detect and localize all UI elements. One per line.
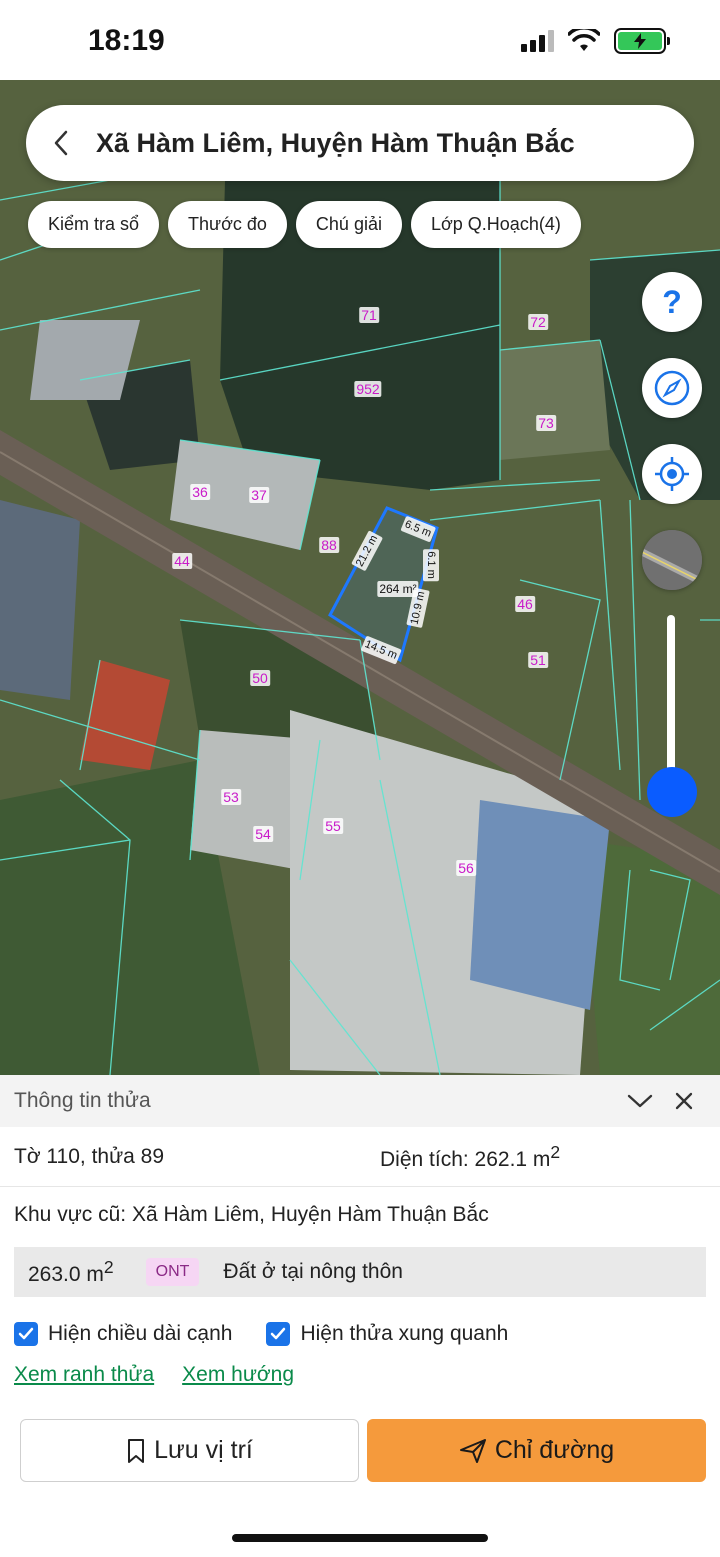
sheet-title: Thông tin thửa: [14, 1089, 151, 1112]
parcel-label[interactable]: 73: [536, 415, 556, 431]
signal-icon: [521, 30, 554, 52]
location-title: Xã Hàm Liêm, Huyện Hàm Thuận Bắc: [96, 127, 575, 158]
home-indicator[interactable]: [232, 1534, 488, 1542]
sheet-header: Thông tin thửa: [0, 1075, 720, 1127]
close-button[interactable]: [662, 1079, 706, 1123]
parcel-label[interactable]: 952: [354, 381, 382, 397]
save-location-label: Lưu vị trí: [154, 1436, 253, 1464]
help-button[interactable]: ?: [642, 272, 702, 332]
back-icon[interactable]: [26, 105, 96, 181]
parcel-summary-row: Tờ 110, thửa 89 Diện tích: 262.1 m2: [0, 1127, 720, 1187]
land-use-area: 263.0 m2: [28, 1257, 114, 1286]
parcel-label[interactable]: 36: [190, 484, 210, 500]
question-icon: ?: [662, 285, 682, 319]
ruler-chip[interactable]: Thước đo: [168, 201, 287, 248]
map-type-button[interactable]: [642, 530, 702, 590]
wifi-icon: [568, 29, 600, 51]
land-use-code-badge: ONT: [145, 1258, 200, 1286]
parcel-label[interactable]: 56: [456, 860, 476, 876]
save-location-button[interactable]: Lưu vị trí: [20, 1419, 359, 1482]
compass-icon: [654, 370, 690, 406]
show-neighbors-label: Hiện thửa xung quanh: [300, 1322, 509, 1345]
status-time: 18:19: [88, 24, 165, 57]
parcel-label[interactable]: 72: [528, 314, 548, 330]
check-certificate-chip[interactable]: Kiểm tra sổ: [28, 201, 160, 248]
action-buttons: Lưu vị trí Chỉ đường: [20, 1419, 706, 1482]
locate-icon: [655, 457, 689, 491]
view-boundary-link[interactable]: Xem ranh thửa: [14, 1363, 154, 1387]
old-area: Khu vực cũ: Xã Hàm Liêm, Huyện Hàm Thuận…: [14, 1203, 489, 1226]
parcel-id: Tờ 110, thửa 89: [14, 1144, 165, 1168]
parcel-label[interactable]: 37: [249, 487, 269, 503]
parcel-label[interactable]: 88: [319, 537, 339, 553]
show-edge-lengths-checkbox[interactable]: [14, 1322, 38, 1346]
land-use-row: 263.0 m2 ONT Đất ở tại nông thôn: [14, 1247, 706, 1297]
status-icons: [521, 28, 670, 54]
parcel-label[interactable]: 50: [250, 670, 270, 686]
chevron-down-icon: [627, 1094, 653, 1108]
directions-label: Chỉ đường: [494, 1436, 615, 1464]
parcel-label[interactable]: 46: [515, 596, 535, 612]
show-edge-lengths-label: Hiện chiều dài cạnh: [48, 1322, 233, 1345]
compass-button[interactable]: [642, 358, 702, 418]
parcel-label[interactable]: 44: [172, 553, 192, 569]
display-options: Hiện chiều dài cạnh Hiện thửa xung quanh: [0, 1297, 720, 1355]
check-icon: [271, 1327, 286, 1340]
check-icon: [18, 1327, 34, 1340]
parcel-label[interactable]: 53: [221, 789, 241, 805]
parcel-label[interactable]: 51: [528, 652, 548, 668]
location-search-bar[interactable]: Xã Hàm Liêm, Huyện Hàm Thuận Bắc: [26, 105, 694, 181]
directions-button[interactable]: Chỉ đường: [367, 1419, 706, 1482]
parcel-label[interactable]: 55: [323, 818, 343, 834]
legend-chip[interactable]: Chú giải: [295, 201, 402, 248]
view-direction-link[interactable]: Xem hướng: [182, 1363, 294, 1387]
collapse-button[interactable]: [618, 1079, 662, 1123]
close-icon: [675, 1092, 693, 1110]
parcel-label[interactable]: 54: [253, 826, 273, 842]
send-icon: [459, 1438, 486, 1463]
battery-icon: [614, 28, 670, 54]
parcel-info-sheet: Thông tin thửa Tờ 110, thửa 89 Diện tích…: [0, 1075, 720, 1557]
map-tools: Kiểm tra sổ Thước đo Chú giải Lớp Q.Hoạc…: [28, 201, 581, 248]
bookmark-icon: [128, 1438, 145, 1463]
show-neighbors-checkbox[interactable]: [266, 1322, 291, 1346]
status-bar: 18:19: [0, 0, 720, 80]
planning-layers-chip[interactable]: Lớp Q.Hoạch(4): [410, 201, 581, 248]
zoom-slider-handle[interactable]: [647, 767, 697, 817]
parcel-area: Diện tích: 262.1 m2: [380, 1141, 561, 1171]
parcel-label[interactable]: 71: [359, 307, 379, 323]
svg-text:?: ?: [662, 285, 682, 319]
link-row: Xem ranh thửa Xem hướng: [0, 1355, 720, 1395]
my-location-button[interactable]: [642, 444, 702, 504]
edge-length-label: 6.1 m: [423, 549, 439, 581]
map-layer-thumbnail-icon: [642, 530, 702, 590]
land-use-description: Đất ở tại nông thôn: [223, 1260, 403, 1283]
